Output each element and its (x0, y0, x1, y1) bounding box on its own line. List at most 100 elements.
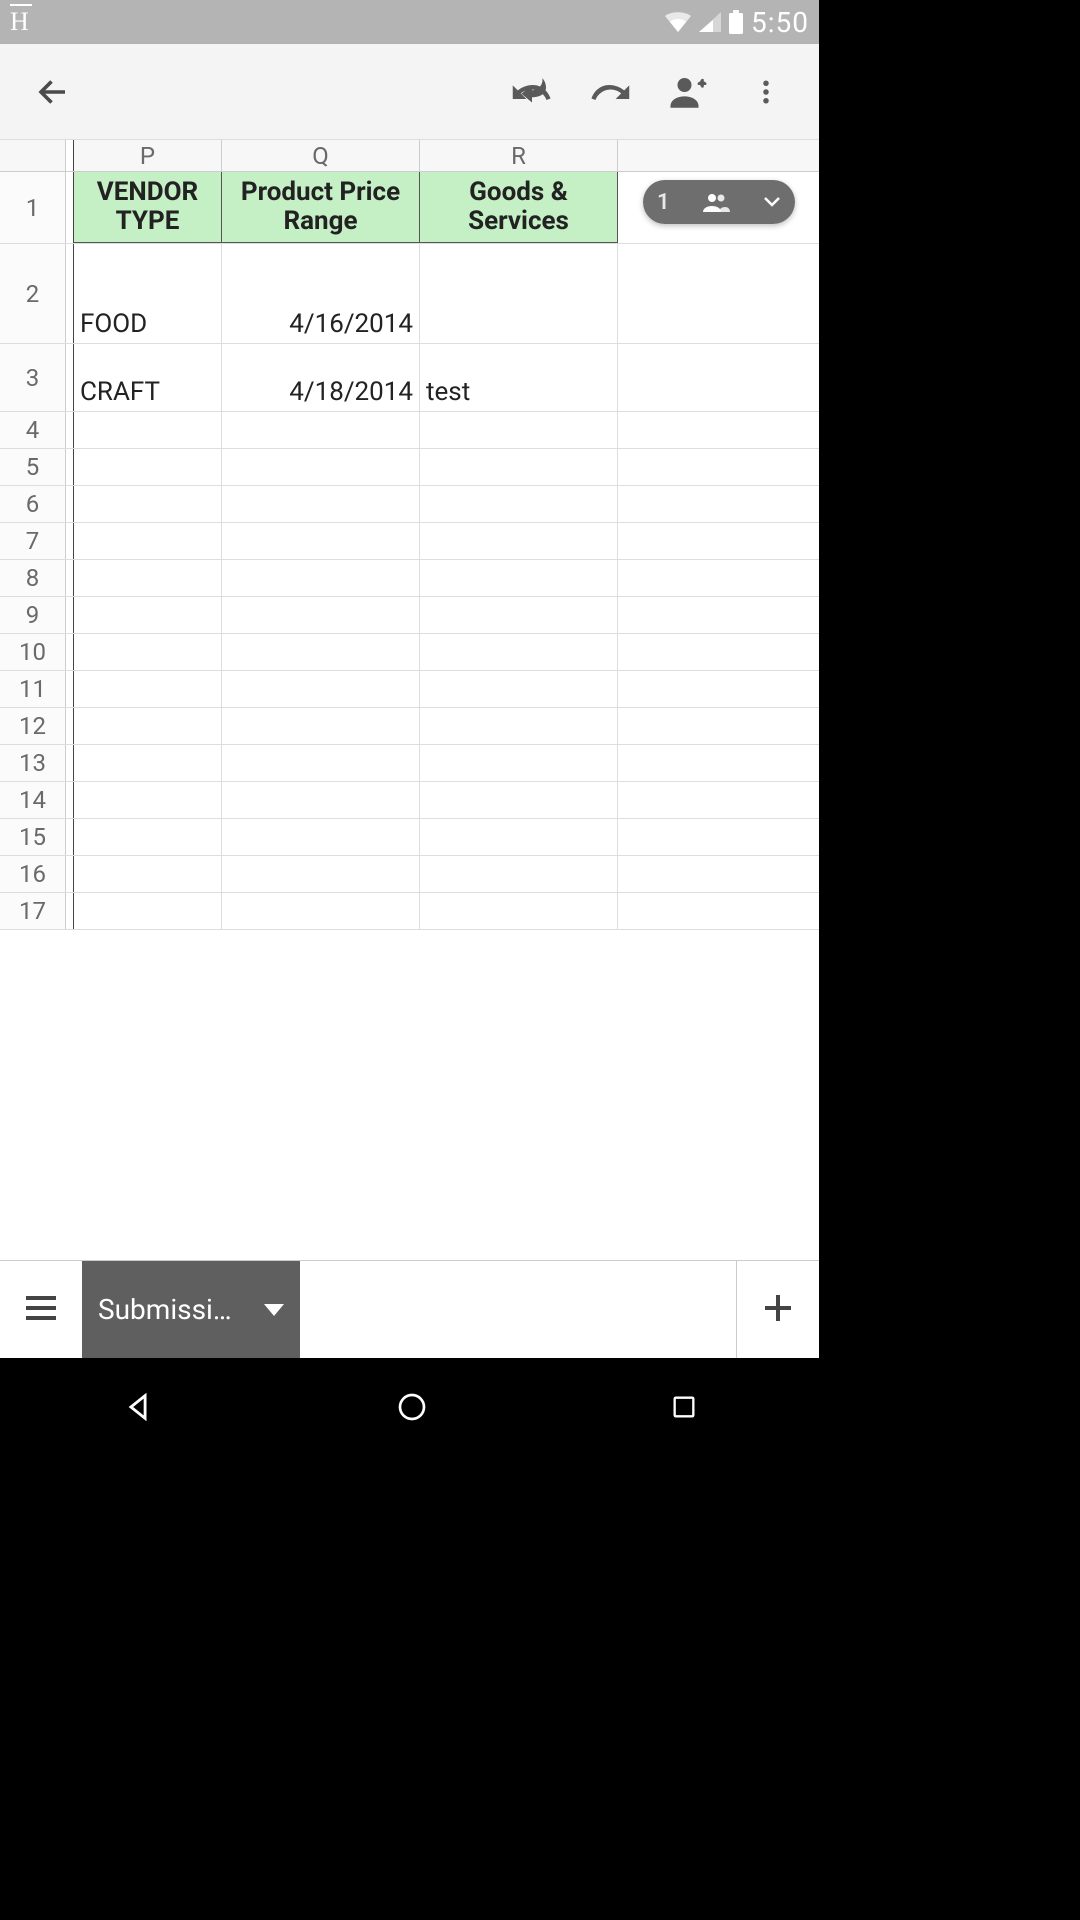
table-row: 3 CRAFT 4/18/2014 test (0, 344, 819, 412)
cell[interactable] (74, 671, 222, 707)
cell[interactable]: CRAFT (74, 344, 222, 411)
cell[interactable]: Product Price Range (222, 172, 420, 243)
row-header[interactable]: 8 (0, 560, 66, 596)
cell[interactable] (74, 856, 222, 892)
tab-bar-spacer (300, 1261, 737, 1358)
row-header[interactable]: 12 (0, 708, 66, 744)
redo-button[interactable] (571, 53, 649, 131)
cell[interactable] (420, 486, 618, 522)
cell[interactable] (74, 745, 222, 781)
dropdown-triangle-icon (264, 1304, 284, 1316)
table-row: 12 (0, 708, 819, 745)
cell[interactable] (74, 893, 222, 929)
col-header-P[interactable]: P (74, 140, 222, 171)
nav-recents-button[interactable] (670, 1393, 698, 1421)
undo-button[interactable] (493, 53, 571, 131)
cell[interactable] (420, 412, 618, 448)
cell[interactable] (420, 244, 618, 343)
table-row: 16 (0, 856, 819, 893)
row-header[interactable]: 10 (0, 634, 66, 670)
table-row: 7 (0, 523, 819, 560)
row-header[interactable]: 13 (0, 745, 66, 781)
cell[interactable] (420, 782, 618, 818)
cell[interactable]: FOOD (74, 244, 222, 343)
row-header[interactable]: 3 (0, 344, 66, 411)
cell[interactable] (222, 745, 420, 781)
table-row: 9 (0, 597, 819, 634)
row-header[interactable]: 17 (0, 893, 66, 929)
cell[interactable] (420, 856, 618, 892)
row-header[interactable]: 6 (0, 486, 66, 522)
table-row: 10 (0, 634, 819, 671)
cell[interactable] (222, 634, 420, 670)
cell[interactable] (420, 708, 618, 744)
overflow-menu-button[interactable] (727, 53, 805, 131)
cell[interactable] (222, 671, 420, 707)
cell[interactable] (222, 819, 420, 855)
all-sheets-button[interactable] (0, 1261, 82, 1358)
cell[interactable] (222, 708, 420, 744)
frozen-pane-divider (66, 140, 74, 171)
row-header[interactable]: 15 (0, 819, 66, 855)
spreadsheet[interactable]: P Q R 1 VENDOR TYPE Product Price Range … (0, 140, 819, 1260)
row-header[interactable]: 4 (0, 412, 66, 448)
row-header[interactable]: 11 (0, 671, 66, 707)
cell[interactable]: test (420, 344, 618, 411)
cell[interactable] (74, 782, 222, 818)
nav-home-button[interactable] (396, 1391, 428, 1423)
table-row: 2 FOOD 4/16/2014 (0, 244, 819, 344)
col-header-R[interactable]: R (420, 140, 618, 171)
row-header[interactable]: 16 (0, 856, 66, 892)
col-header-Q[interactable]: Q (222, 140, 420, 171)
cell[interactable] (420, 819, 618, 855)
cell[interactable] (222, 486, 420, 522)
cell[interactable] (74, 523, 222, 559)
cell[interactable] (74, 634, 222, 670)
cell[interactable] (222, 449, 420, 485)
cell[interactable]: 4/16/2014 (222, 244, 420, 343)
cell[interactable] (74, 708, 222, 744)
cell[interactable]: 4/18/2014 (222, 344, 420, 411)
cell[interactable] (420, 560, 618, 596)
row-header[interactable]: 7 (0, 523, 66, 559)
row-header[interactable]: 9 (0, 597, 66, 633)
add-person-button[interactable] (649, 53, 727, 131)
cell[interactable] (222, 597, 420, 633)
cell[interactable] (222, 856, 420, 892)
select-all-corner[interactable] (0, 140, 66, 171)
cell[interactable] (74, 449, 222, 485)
cell[interactable] (222, 560, 420, 596)
app-toolbar (0, 44, 819, 140)
add-sheet-button[interactable] (737, 1261, 819, 1358)
row-header[interactable]: 5 (0, 449, 66, 485)
cell[interactable] (74, 819, 222, 855)
cell[interactable] (74, 560, 222, 596)
cell[interactable] (222, 782, 420, 818)
cell[interactable] (222, 523, 420, 559)
cell[interactable] (420, 893, 618, 929)
cell[interactable] (74, 486, 222, 522)
cell[interactable] (74, 597, 222, 633)
cell[interactable] (420, 523, 618, 559)
sheet-tab-active[interactable]: Submissi… (82, 1261, 300, 1358)
row-header[interactable]: 14 (0, 782, 66, 818)
cell[interactable]: VENDOR TYPE (74, 172, 222, 243)
table-row: 6 (0, 486, 819, 523)
cell[interactable] (222, 412, 420, 448)
nav-back-button[interactable] (121, 1390, 155, 1424)
cell[interactable]: Goods & Services (420, 172, 618, 243)
cell[interactable] (420, 671, 618, 707)
cell[interactable] (420, 449, 618, 485)
cell[interactable] (222, 893, 420, 929)
row-header[interactable]: 2 (0, 244, 66, 343)
back-button[interactable] (14, 53, 92, 131)
sheet-tab-bar: Submissi… (0, 1260, 819, 1358)
cell[interactable] (420, 597, 618, 633)
cell[interactable] (420, 745, 618, 781)
cell[interactable] (420, 634, 618, 670)
table-row: 14 (0, 782, 819, 819)
cell[interactable] (74, 412, 222, 448)
row-header[interactable]: 1 (0, 172, 66, 243)
collaborators-chip[interactable]: 1 (643, 180, 795, 224)
table-row: 8 (0, 560, 819, 597)
